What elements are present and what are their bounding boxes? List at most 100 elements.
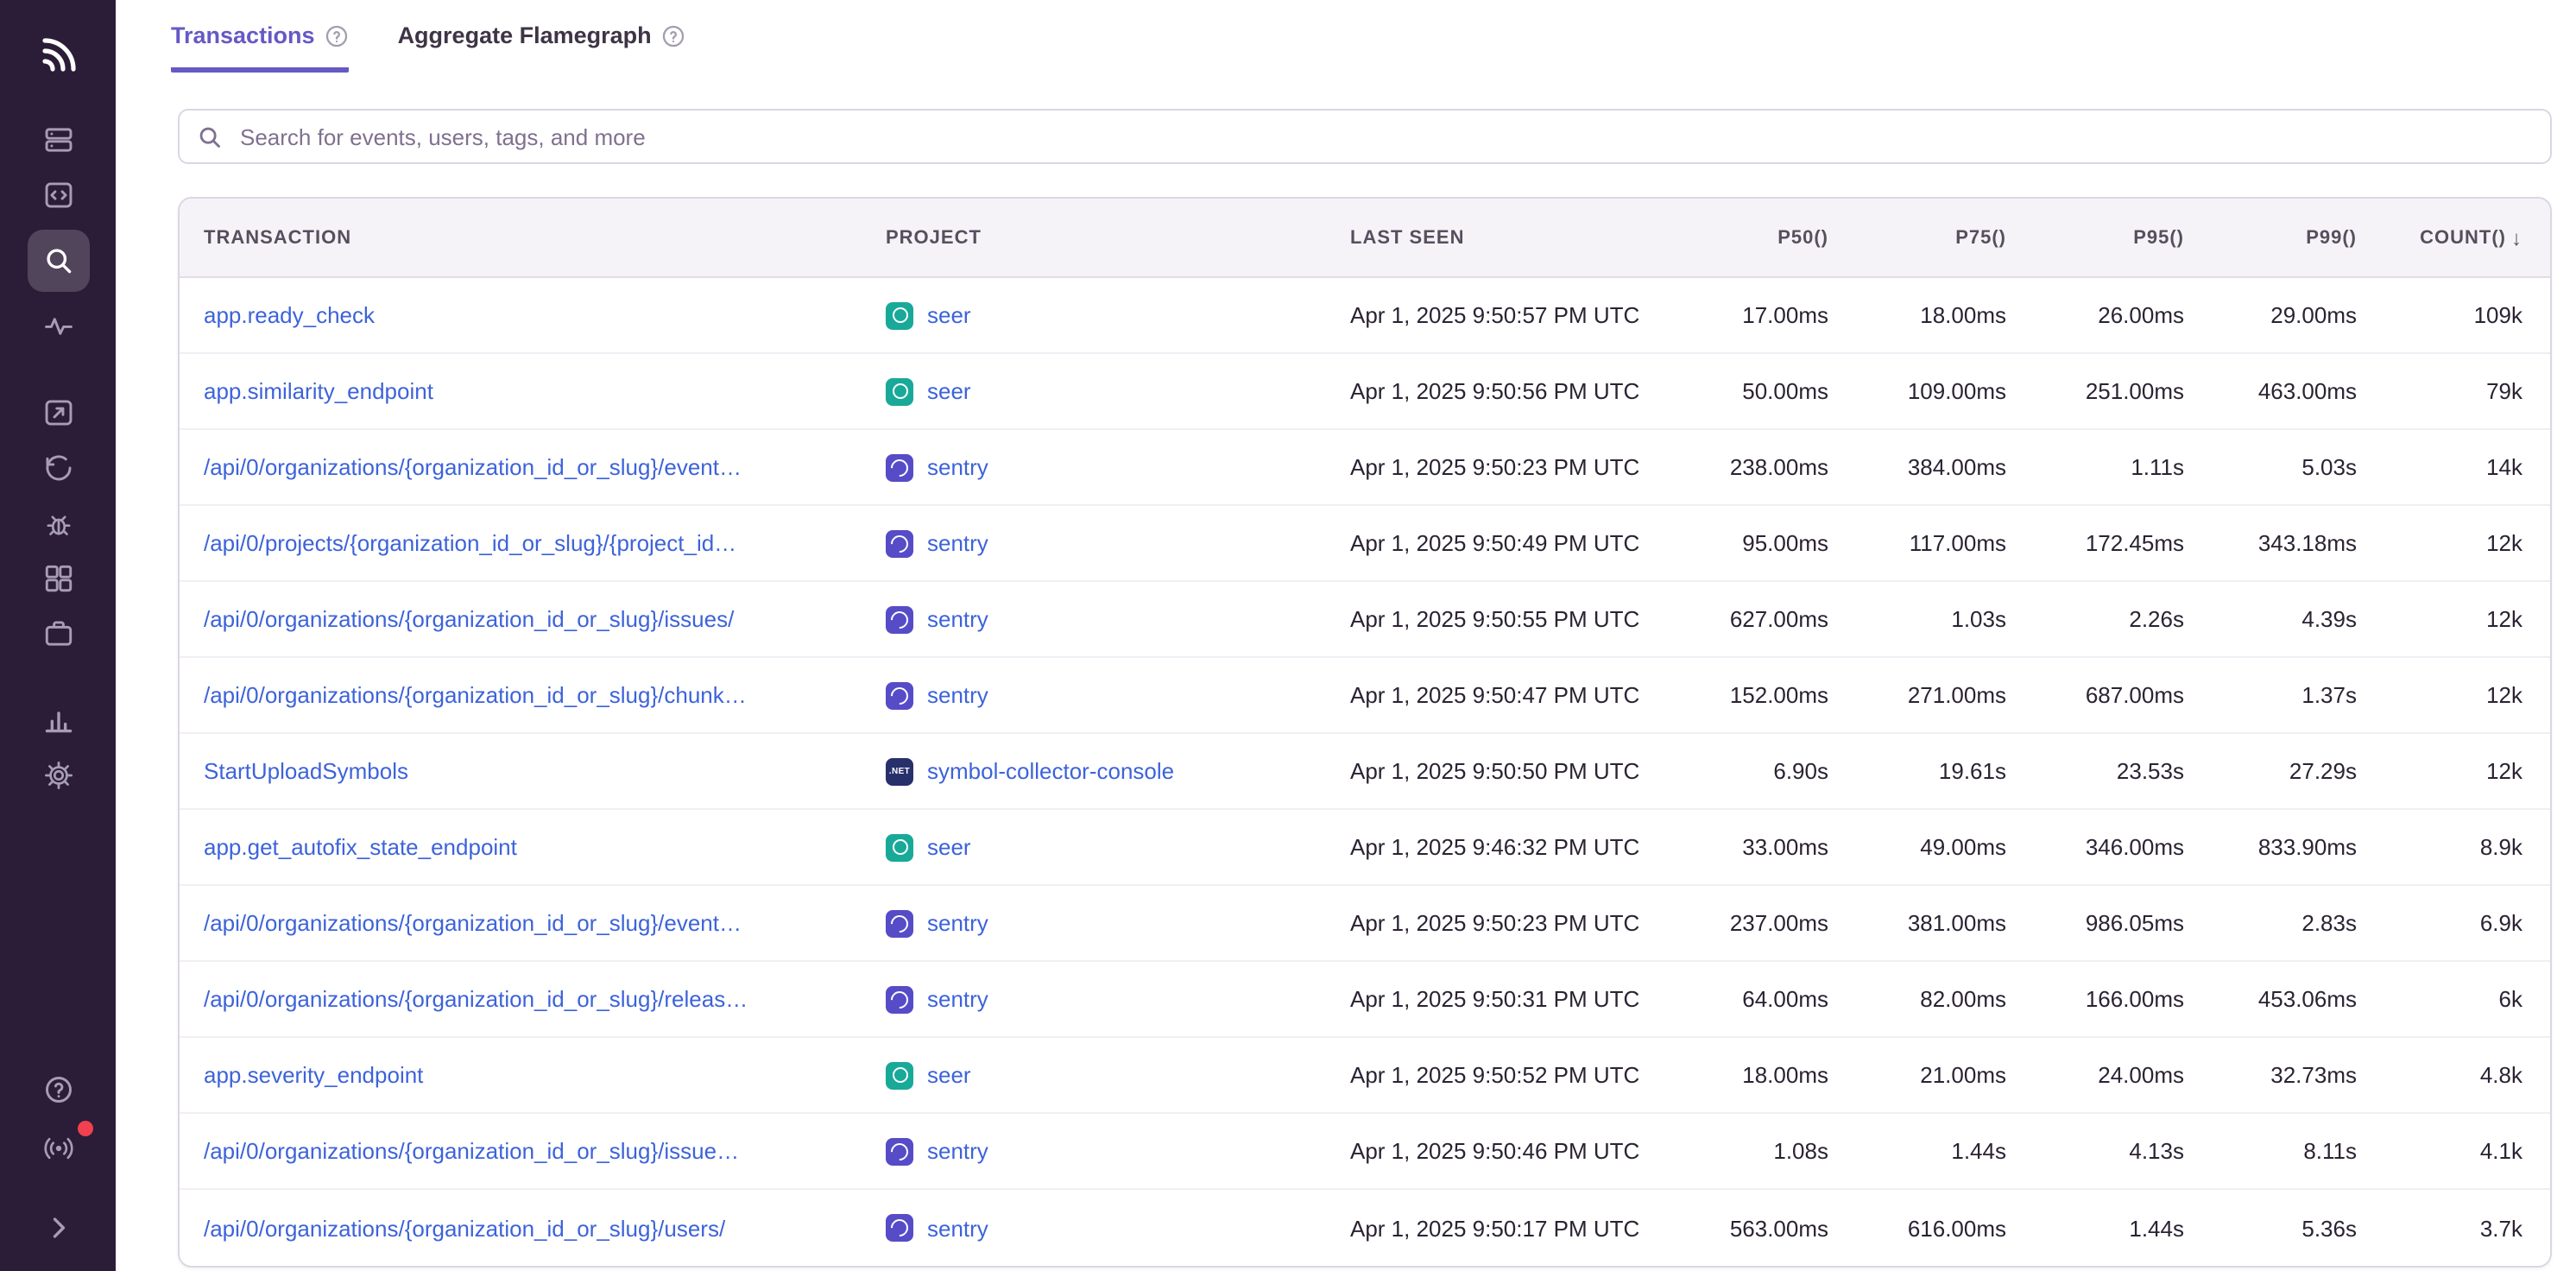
project-link[interactable]: seer bbox=[927, 302, 971, 328]
project-link[interactable]: sentry bbox=[927, 606, 988, 632]
last-seen-cell: Apr 1, 2025 9:50:55 PM UTC bbox=[1302, 606, 1678, 632]
p50-cell: 152.00ms bbox=[1678, 682, 1856, 708]
sidebar-item-code[interactable] bbox=[27, 169, 89, 221]
last-seen-cell: Apr 1, 2025 9:50:17 PM UTC bbox=[1302, 1215, 1678, 1241]
sentry-logo[interactable] bbox=[25, 21, 91, 83]
help-circle-icon bbox=[42, 1074, 73, 1105]
project-icon bbox=[886, 301, 913, 329]
transaction-link[interactable]: app.severity_endpoint bbox=[204, 1062, 423, 1088]
p95-cell: 172.45ms bbox=[2034, 530, 2212, 556]
transaction-cell: app.ready_check bbox=[180, 302, 844, 328]
code-box-icon bbox=[42, 180, 73, 211]
p50-cell: 563.00ms bbox=[1678, 1215, 1856, 1241]
transaction-link[interactable]: app.ready_check bbox=[204, 302, 375, 328]
transaction-link[interactable]: /api/0/projects/{organization_id_or_slug… bbox=[204, 530, 736, 556]
transaction-link[interactable]: /api/0/organizations/{organization_id_or… bbox=[204, 454, 742, 480]
project-link[interactable]: sentry bbox=[927, 1215, 988, 1241]
transaction-cell: /api/0/organizations/{organization_id_or… bbox=[180, 910, 844, 936]
project-cell: sentry bbox=[844, 1214, 1302, 1242]
last-seen-cell: Apr 1, 2025 9:50:56 PM UTC bbox=[1302, 378, 1678, 404]
transaction-link[interactable]: StartUploadSymbols bbox=[204, 758, 408, 784]
project-link[interactable]: symbol-collector-console bbox=[927, 758, 1174, 784]
server-stack-icon bbox=[42, 124, 73, 155]
project-cell: sentry bbox=[844, 605, 1302, 633]
transaction-link[interactable]: /api/0/organizations/{organization_id_or… bbox=[204, 910, 742, 936]
project-cell: sentry bbox=[844, 909, 1302, 937]
count-cell: 6.9k bbox=[2384, 910, 2550, 936]
help-question-icon[interactable] bbox=[325, 23, 350, 47]
p95-cell: 1.44s bbox=[2034, 1215, 2212, 1241]
sidebar-item-help[interactable] bbox=[27, 1064, 89, 1116]
project-link[interactable]: sentry bbox=[927, 530, 988, 556]
column-header-project[interactable]: PROJECT bbox=[844, 227, 1302, 248]
p99-cell: 453.06ms bbox=[2212, 986, 2384, 1012]
help-question-icon[interactable] bbox=[662, 23, 686, 47]
column-header-count[interactable]: COUNT() ↓ bbox=[2384, 225, 2550, 250]
project-link[interactable]: sentry bbox=[927, 986, 988, 1012]
count-cell: 12k bbox=[2384, 530, 2550, 556]
grid-icon bbox=[42, 563, 73, 594]
broadcast-icon bbox=[42, 1133, 73, 1164]
sidebar-item-search[interactable] bbox=[27, 230, 89, 292]
search-icon bbox=[42, 245, 73, 276]
p95-cell: 687.00ms bbox=[2034, 682, 2212, 708]
transaction-cell: /api/0/organizations/{organization_id_or… bbox=[180, 986, 844, 1012]
project-link[interactable]: seer bbox=[927, 834, 971, 860]
transaction-link[interactable]: app.similarity_endpoint bbox=[204, 378, 433, 404]
project-link[interactable]: sentry bbox=[927, 454, 988, 480]
column-header-p99[interactable]: P99() bbox=[2212, 227, 2384, 248]
tab-bar: Transactions Aggregate Flamegraph bbox=[116, 0, 2576, 73]
tab-aggregate-flamegraph[interactable]: Aggregate Flamegraph bbox=[398, 22, 686, 73]
project-cell: .NET symbol-collector-console bbox=[844, 757, 1302, 785]
column-header-last-seen[interactable]: LAST SEEN bbox=[1302, 227, 1678, 248]
p75-cell: 82.00ms bbox=[1856, 986, 2034, 1012]
column-header-p95[interactable]: P95() bbox=[2034, 227, 2212, 248]
sidebar-item-stats[interactable] bbox=[27, 694, 89, 746]
sidebar-item-export[interactable] bbox=[27, 387, 89, 439]
transaction-link[interactable]: /api/0/organizations/{organization_id_or… bbox=[204, 1138, 739, 1164]
column-header-p75[interactable]: P75() bbox=[1856, 227, 2034, 248]
sidebar-item-settings[interactable] bbox=[27, 749, 89, 801]
sidebar-item-servers[interactable] bbox=[27, 114, 89, 166]
sidebar-item-replays[interactable] bbox=[27, 442, 89, 494]
p99-cell: 29.00ms bbox=[2212, 302, 2384, 328]
transaction-cell: app.severity_endpoint bbox=[180, 1062, 844, 1088]
transaction-link[interactable]: /api/0/organizations/{organization_id_or… bbox=[204, 986, 748, 1012]
sidebar-item-releases[interactable] bbox=[27, 608, 89, 660]
search-bar[interactable] bbox=[178, 109, 2552, 164]
table-row: app.ready_checkseerApr 1, 2025 9:50:57 P… bbox=[180, 278, 2550, 354]
p95-cell: 2.26s bbox=[2034, 606, 2212, 632]
p99-cell: 343.18ms bbox=[2212, 530, 2384, 556]
briefcase-icon bbox=[42, 618, 73, 649]
sidebar-item-performance[interactable] bbox=[27, 300, 89, 352]
transaction-link[interactable]: app.get_autofix_state_endpoint bbox=[204, 834, 517, 860]
sidebar-expand-button[interactable] bbox=[27, 1202, 89, 1254]
column-header-p50[interactable]: P50() bbox=[1678, 227, 1856, 248]
transaction-cell: /api/0/projects/{organization_id_or_slug… bbox=[180, 530, 844, 556]
project-link[interactable]: sentry bbox=[927, 682, 988, 708]
transaction-link[interactable]: /api/0/organizations/{organization_id_or… bbox=[204, 1215, 725, 1241]
sidebar-bottom bbox=[27, 1064, 89, 1254]
p75-cell: 384.00ms bbox=[1856, 454, 2034, 480]
project-link[interactable]: seer bbox=[927, 378, 971, 404]
project-link[interactable]: sentry bbox=[927, 910, 988, 936]
tab-transactions[interactable]: Transactions bbox=[171, 22, 350, 73]
project-icon: .NET bbox=[886, 757, 913, 785]
p50-cell: 18.00ms bbox=[1678, 1062, 1856, 1088]
project-cell: sentry bbox=[844, 681, 1302, 709]
sidebar-item-broadcast[interactable] bbox=[27, 1122, 89, 1174]
column-header-transaction[interactable]: TRANSACTION bbox=[180, 227, 844, 248]
sidebar-item-crons[interactable] bbox=[27, 497, 89, 549]
transaction-link[interactable]: /api/0/organizations/{organization_id_or… bbox=[204, 682, 747, 708]
count-label: COUNT() bbox=[2420, 227, 2506, 248]
main-content: Transactions Aggregate Flamegraph bbox=[116, 0, 2576, 1271]
project-link[interactable]: seer bbox=[927, 1062, 971, 1088]
p50-cell: 627.00ms bbox=[1678, 606, 1856, 632]
transaction-cell: /api/0/organizations/{organization_id_or… bbox=[180, 454, 844, 480]
transaction-link[interactable]: /api/0/organizations/{organization_id_or… bbox=[204, 606, 734, 632]
count-cell: 4.8k bbox=[2384, 1062, 2550, 1088]
project-cell: seer bbox=[844, 301, 1302, 329]
search-input[interactable] bbox=[237, 122, 2533, 151]
project-link[interactable]: sentry bbox=[927, 1138, 988, 1164]
sidebar-item-dashboards[interactable] bbox=[27, 553, 89, 604]
